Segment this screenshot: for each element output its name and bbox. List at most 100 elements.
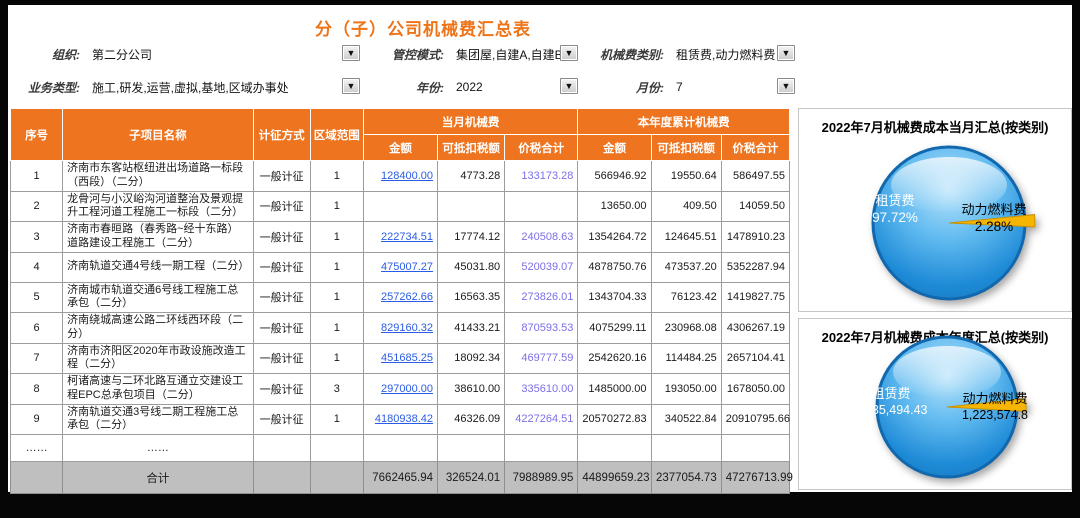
cell-year-deductible: 230968.08	[651, 313, 721, 344]
cell-seq: 3	[11, 222, 63, 253]
cell-year-total: 5352287.94	[721, 252, 789, 282]
cell-project-name: 龙骨河与小汉峪沟河道整治及景观提升工程河道工程施工一标段（二分）	[63, 191, 253, 222]
cell-month-amount: 128400.00	[363, 161, 437, 192]
total-month-total: 7988989.95	[505, 462, 578, 494]
total-year-amount: 44899659.23	[578, 462, 651, 494]
cell-region: 1	[310, 282, 363, 313]
month-amount-link[interactable]: 297000.00	[381, 383, 433, 395]
filter-year-label: 年份:	[380, 79, 444, 96]
filter-org: 组织: 第二分公司	[20, 45, 152, 63]
org-dropdown-button[interactable]: ▼	[342, 45, 360, 61]
month-amount-link[interactable]: 829160.32	[381, 322, 433, 334]
cell-month-deductible	[438, 191, 505, 222]
table-row: 9济南轨道交通3号线二期工程施工总承包（二分）一般计征14180938.4246…	[11, 404, 790, 435]
cell-month-amount: 829160.32	[363, 313, 437, 344]
col-header-region: 区域范围	[310, 109, 363, 161]
month-pie-chart[interactable]	[799, 109, 1071, 311]
cell-month-total: 469777.59	[505, 343, 578, 374]
cell-year-amount: 1343704.33	[578, 282, 651, 313]
cell-month-amount: 222734.51	[363, 222, 437, 253]
chevron-down-icon: ▼	[782, 48, 791, 58]
month-amount-link[interactable]: 4180938.42	[375, 413, 433, 425]
cell-project-name: 济南城市轨道交通6号线工程施工总承包（二分）	[63, 282, 253, 313]
cell-month-amount: 257262.66	[363, 282, 437, 313]
month-amount-link[interactable]: 222734.51	[381, 231, 433, 243]
cell-year-total: 14059.50	[721, 191, 789, 222]
cell-year-deductible: 19550.64	[651, 161, 721, 192]
year-dropdown-button[interactable]: ▼	[560, 78, 578, 94]
cell-month-deductible: 38610.00	[438, 374, 505, 405]
filter-month-label: 月份:	[586, 79, 664, 96]
control-mode-dropdown-button[interactable]: ▼	[560, 45, 578, 61]
cell-year-deductible: 114484.25	[651, 343, 721, 374]
table-row: 3济南市春晅路（春秀路~经十东路）道路建设工程施工（二分）一般计征1222734…	[11, 222, 790, 253]
cell-method: 一般计征	[253, 282, 310, 313]
month-amount-link[interactable]: 451685.25	[381, 352, 433, 364]
machine-fee-category-dropdown-button[interactable]: ▼	[777, 45, 795, 61]
cell-year-amount: 4878750.76	[578, 252, 651, 282]
month-amount-link[interactable]: 475007.27	[381, 261, 433, 273]
cell-month-total: 4227264.51	[505, 404, 578, 435]
cell-year-amount: 13650.00	[578, 191, 651, 222]
filter-business-type: 业务类型: 施工,研发,运营,虚拟,基地,区域办事处	[20, 78, 289, 96]
cell-seq: 9	[11, 404, 63, 435]
cell-month-amount: 475007.27	[363, 252, 437, 282]
cell-month-amount: 297000.00	[363, 374, 437, 405]
cell-year-amount: 20570272.83	[578, 404, 651, 435]
month-amount-link[interactable]: 128400.00	[381, 170, 433, 182]
cell-year-total: 586497.55	[721, 161, 789, 192]
cell-year-amount: 1354264.72	[578, 222, 651, 253]
cell-seq: 6	[11, 313, 63, 344]
table-row: 8柯诸高速与二环北路互通立交建设工程EPC总承包项目（二分）一般计征329700…	[11, 374, 790, 405]
cell-method: 一般计征	[253, 404, 310, 435]
cell-region: 1	[310, 252, 363, 282]
cell-seq: 5	[11, 282, 63, 313]
filter-business-type-label: 业务类型:	[20, 79, 80, 96]
filter-machine-fee-category: 机械费类别: 租赁费,动力燃料费	[586, 45, 775, 63]
cell-year-deductible: 193050.00	[651, 374, 721, 405]
col-header-month-deductible: 可抵扣税额	[438, 135, 505, 161]
cell-month-deductible: 45031.80	[438, 252, 505, 282]
chevron-down-icon: ▼	[782, 81, 791, 91]
chevron-down-icon: ▼	[347, 81, 356, 91]
total-row: 合计 7662465.94 326524.01 7988989.95 44899…	[11, 462, 790, 494]
cell-year-total: 1678050.00	[721, 374, 789, 405]
cell-method: 一般计征	[253, 252, 310, 282]
filter-org-label: 组织:	[20, 46, 80, 63]
total-month-deductible: 326524.01	[438, 462, 505, 494]
total-month-amount: 7662465.94	[363, 462, 437, 494]
report-page: 分（子）公司机械费汇总表 组织: 第二分公司 管控模式: 集团屋,自建A,自建B…	[8, 5, 1072, 492]
cell-seq: 2	[11, 191, 63, 222]
col-header-year-total: 价税合计	[721, 135, 789, 161]
filter-business-type-value: 施工,研发,运营,虚拟,基地,区域办事处	[92, 79, 289, 96]
app-window: 分（子）公司机械费汇总表 组织: 第二分公司 管控模式: 集团屋,自建A,自建B…	[0, 0, 1080, 518]
cell-month-deductible: 18092.34	[438, 343, 505, 374]
cell-month-total: 870593.53	[505, 313, 578, 344]
cell-method: 一般计征	[253, 343, 310, 374]
cell-year-total: 20910795.66	[721, 404, 789, 435]
cell-method: 一般计征	[253, 161, 310, 192]
month-amount-link[interactable]: 257262.66	[381, 291, 433, 303]
cell-project-name: 柯诸高速与二环北路互通立交建设工程EPC总承包项目（二分）	[63, 374, 253, 405]
cell-region: 1	[310, 343, 363, 374]
chevron-down-icon: ▼	[565, 81, 574, 91]
col-header-name: 子项目名称	[63, 109, 253, 161]
col-header-seq: 序号	[11, 109, 63, 161]
cell-month-total	[505, 191, 578, 222]
cell-year-deductible: 340522.84	[651, 404, 721, 435]
cell-year-amount: 4075299.11	[578, 313, 651, 344]
cell-month-total: 240508.63	[505, 222, 578, 253]
cell-year-amount: 566946.92	[578, 161, 651, 192]
business-type-dropdown-button[interactable]: ▼	[342, 78, 360, 94]
cell-method: 一般计征	[253, 191, 310, 222]
pie-panel-month: 2022年7月机械费成本当月汇总(按类别)	[798, 108, 1072, 312]
cell-project-name: 济南轨道交通3号线二期工程施工总承包（二分）	[63, 404, 253, 435]
filter-machine-fee-category-value: 租赁费,动力燃料费	[676, 46, 775, 63]
cell-month-amount: 4180938.42	[363, 404, 437, 435]
year-pie-chart[interactable]	[799, 319, 1071, 489]
cell-method: 一般计征	[253, 222, 310, 253]
cell-seq: 7	[11, 343, 63, 374]
col-header-month-total: 价税合计	[505, 135, 578, 161]
month-dropdown-button[interactable]: ▼	[777, 78, 795, 94]
cell-month-total: 335610.00	[505, 374, 578, 405]
